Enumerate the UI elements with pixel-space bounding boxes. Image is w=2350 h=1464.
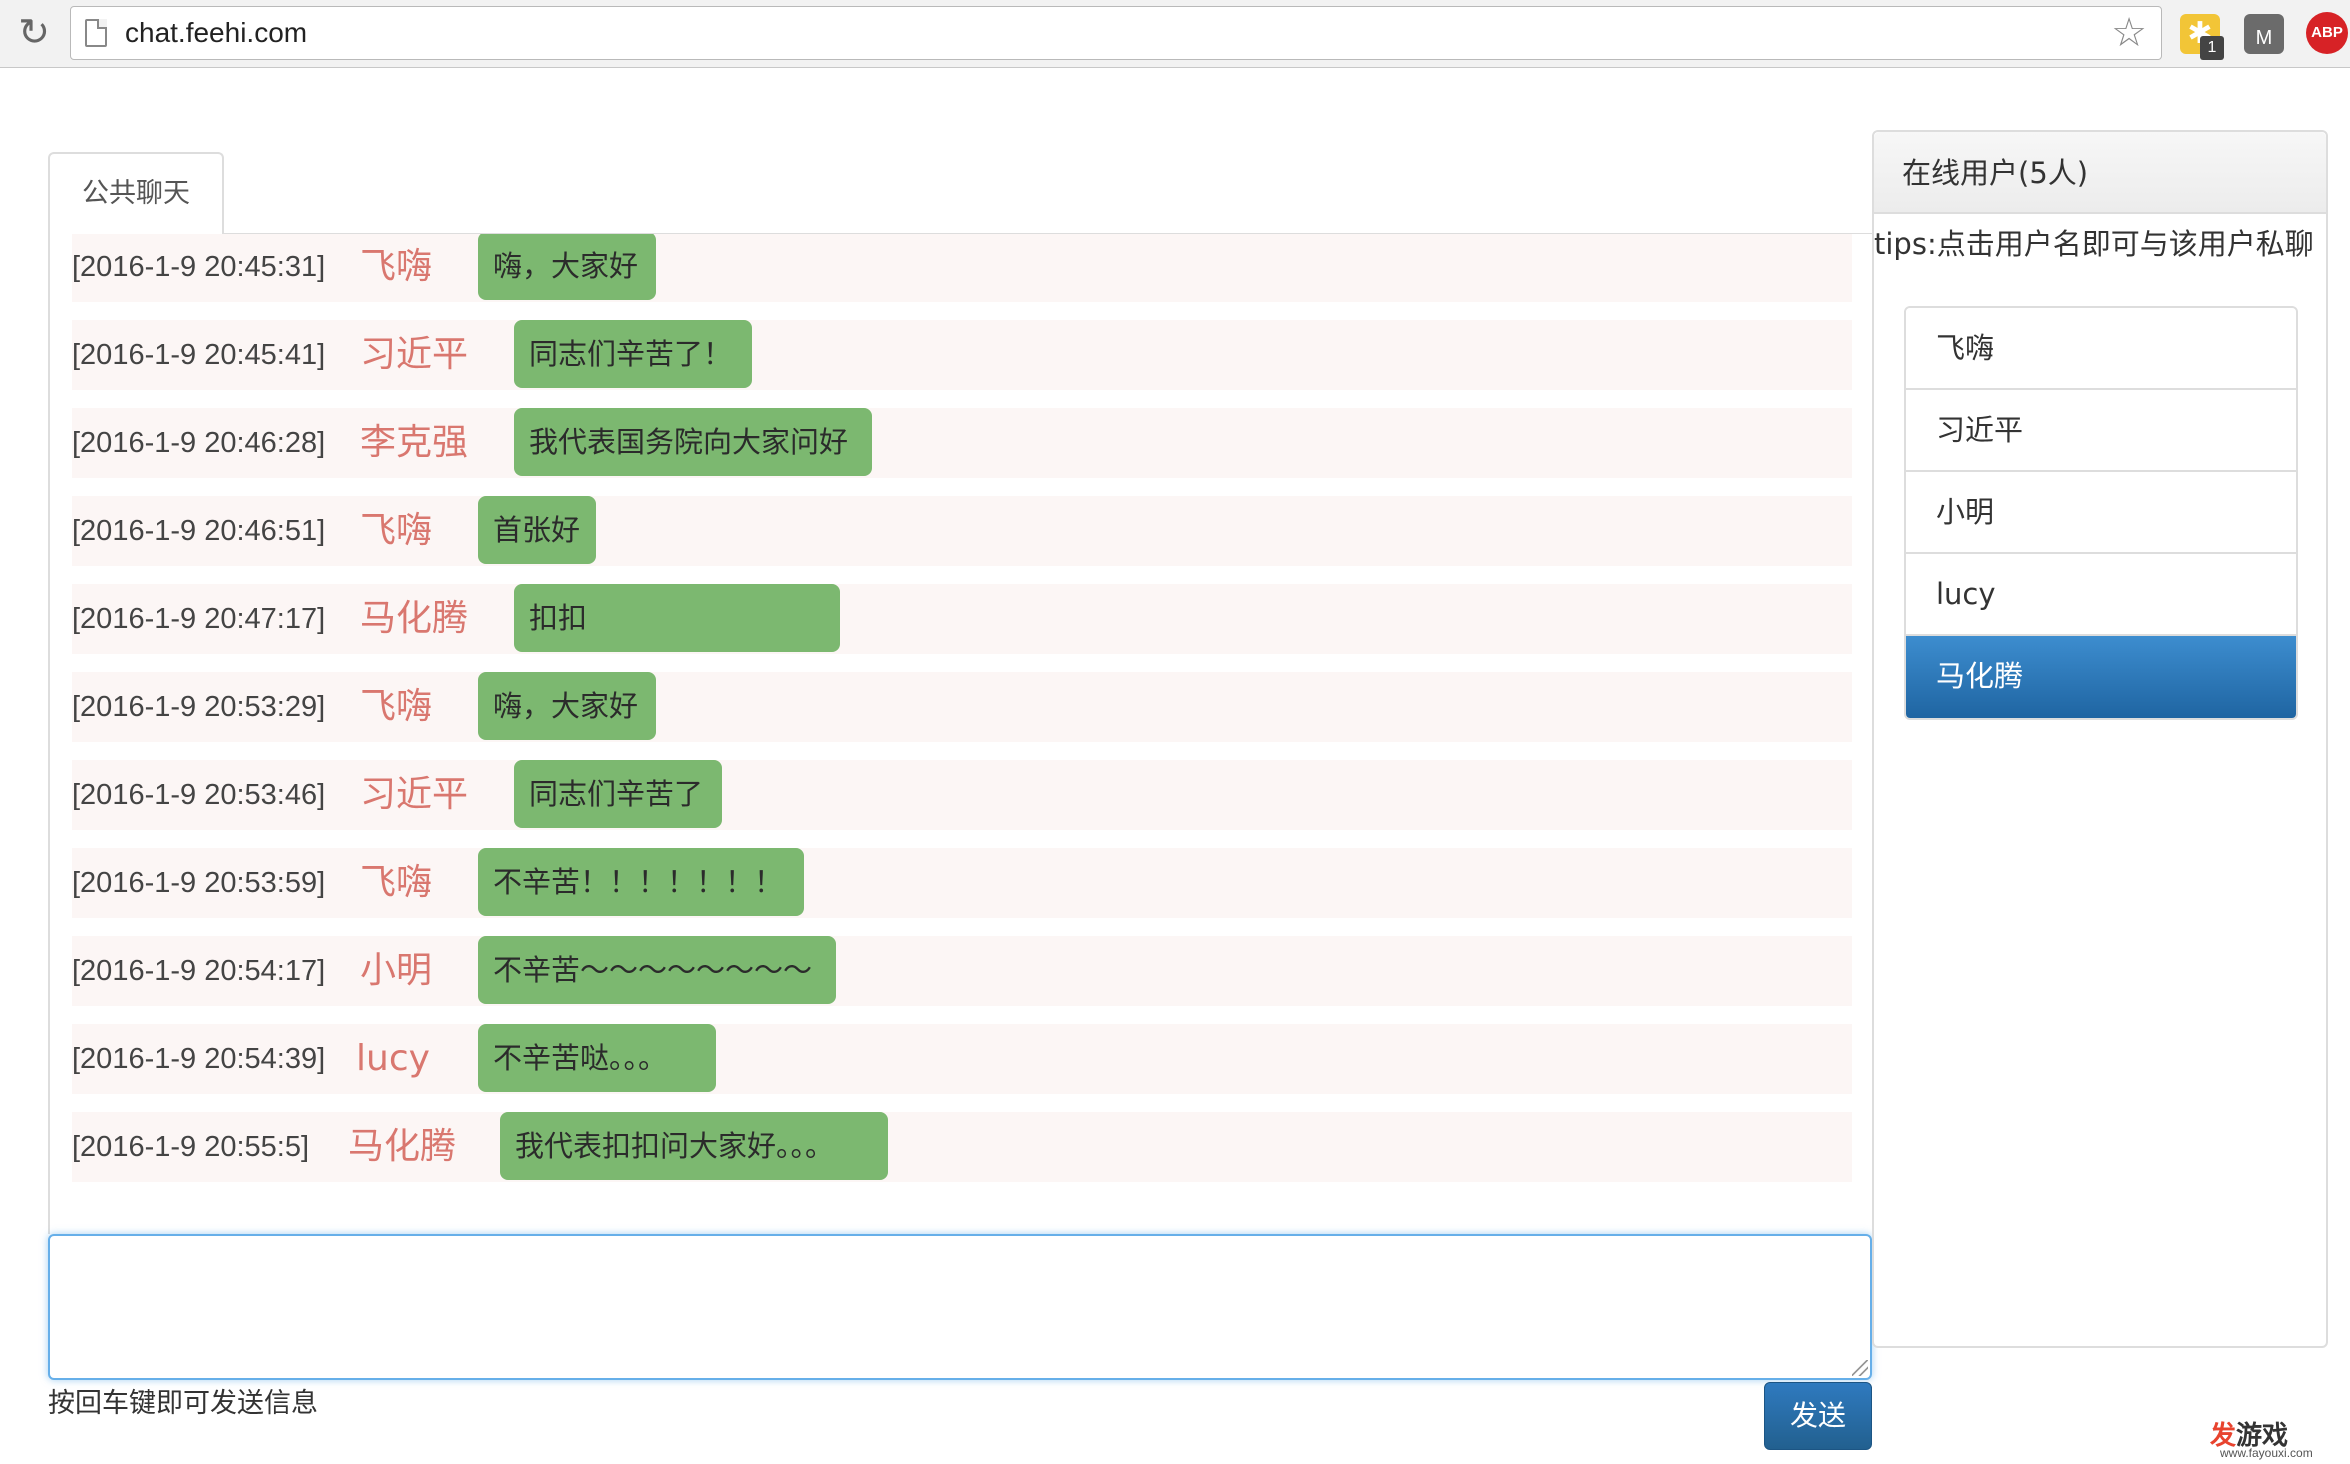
chat-message-area[interactable]: [2016-1-9 20:45:31] 飞嗨 嗨，大家好 [2016-1-9 20:4… bbox=[48, 234, 1872, 1234]
message-username[interactable]: 飞嗨 bbox=[360, 234, 432, 302]
send-hint: 按回车键即可发送信息 bbox=[48, 1388, 318, 1419]
user-list-item[interactable]: 小明 bbox=[1906, 472, 2296, 554]
message-bubble: 我代表国务院向大家问好 bbox=[514, 408, 872, 476]
message-username[interactable]: 习近平 bbox=[360, 760, 468, 830]
message-input[interactable] bbox=[48, 1234, 1872, 1380]
user-list-item[interactable]: 习近平 bbox=[1906, 390, 2296, 472]
message-row: [2016-1-9 20:47:17] 马化腾 扣扣 bbox=[72, 584, 1852, 654]
page-icon bbox=[85, 19, 107, 47]
message-time: [2016-1-9 20:46:28] bbox=[72, 427, 326, 459]
watermark-url: www.fayouxi.com bbox=[2220, 1446, 2313, 1460]
message-row: [2016-1-9 20:53:46] 习近平 同志们辛苦了 bbox=[72, 760, 1852, 830]
message-username[interactable]: 飞嗨 bbox=[360, 848, 432, 918]
url-text[interactable]: chat.feehi.com bbox=[125, 7, 307, 59]
message-bubble: 嗨，大家好 bbox=[478, 672, 656, 740]
message-time: [2016-1-9 20:55:5] bbox=[72, 1131, 310, 1163]
user-list: 飞嗨 习近平 小明 lucy 马化腾 bbox=[1904, 306, 2298, 720]
message-time: [2016-1-9 20:53:46] bbox=[72, 779, 326, 811]
user-list-item[interactable]: 马化腾 bbox=[1906, 636, 2296, 718]
message-username[interactable]: 小明 bbox=[360, 936, 432, 1006]
message-bubble: 不辛苦！！！！！！！ bbox=[478, 848, 804, 916]
message-bubble: 嗨，大家好 bbox=[478, 234, 656, 300]
message-row: [2016-1-9 20:53:59] 飞嗨 不辛苦！！！！！！！ bbox=[72, 848, 1852, 918]
message-bubble: 扣扣 bbox=[514, 584, 840, 652]
message-row: [2016-1-9 20:55:5] 马化腾 我代表扣扣问大家好。。。 bbox=[72, 1112, 1852, 1182]
message-time: [2016-1-9 20:53:29] bbox=[72, 691, 326, 723]
online-users-panel: 在线用户(5人) tips:点击用户名即可与该用户私聊 飞嗨 习近平 小明 lucy 马… bbox=[1872, 130, 2328, 1348]
message-bubble: 同志们辛苦了！ bbox=[514, 320, 752, 388]
browser-toolbar: ↻ chat.feehi.com ☆ ✱ 1 M ABP bbox=[0, 0, 2350, 68]
tab-public-chat[interactable]: 公共聊天 bbox=[48, 152, 224, 234]
message-time: [2016-1-9 20:54:17] bbox=[72, 955, 326, 987]
message-bubble: 不辛苦哒。。。 bbox=[478, 1024, 716, 1092]
message-username[interactable]: lucy bbox=[356, 1024, 430, 1094]
message-list: [2016-1-9 20:45:31] 飞嗨 嗨，大家好 [2016-1-9 20:4… bbox=[50, 234, 1872, 1200]
extension-badge: 1 bbox=[2200, 36, 2224, 60]
message-bubble: 同志们辛苦了 bbox=[514, 760, 722, 828]
m-extension-icon[interactable]: M bbox=[2244, 14, 2284, 54]
message-time: [2016-1-9 20:46:51] bbox=[72, 515, 326, 547]
message-time: [2016-1-9 20:45:31] bbox=[72, 251, 326, 283]
online-users-header: 在线用户(5人) bbox=[1874, 132, 2326, 214]
message-time: [2016-1-9 20:53:59] bbox=[72, 867, 326, 899]
message-row: [2016-1-9 20:54:39] lucy 不辛苦哒。。。 bbox=[72, 1024, 1852, 1094]
message-bubble: 不辛苦～～～～～～～～ bbox=[478, 936, 836, 1004]
message-username[interactable]: 飞嗨 bbox=[360, 496, 432, 566]
user-list-item[interactable]: 飞嗨 bbox=[1906, 308, 2296, 390]
resize-handle[interactable] bbox=[1852, 1360, 1868, 1376]
message-username[interactable]: 飞嗨 bbox=[360, 672, 432, 742]
star-icon[interactable]: ☆ bbox=[2107, 11, 2151, 55]
abp-icon[interactable]: ABP bbox=[2306, 12, 2348, 54]
message-row: [2016-1-9 20:54:17] 小明 不辛苦～～～～～～～～ bbox=[72, 936, 1852, 1006]
message-time: [2016-1-9 20:45:41] bbox=[72, 339, 326, 371]
message-bubble: 我代表扣扣问大家好。。。 bbox=[500, 1112, 888, 1180]
address-bar[interactable]: chat.feehi.com ☆ bbox=[70, 6, 2162, 60]
message-time: [2016-1-9 20:47:17] bbox=[72, 603, 326, 635]
private-chat-tips: tips:点击用户名即可与该用户私聊 bbox=[1874, 227, 2314, 261]
message-username[interactable]: 马化腾 bbox=[360, 584, 468, 654]
message-time: [2016-1-9 20:54:39] bbox=[72, 1043, 326, 1075]
message-username[interactable]: 马化腾 bbox=[348, 1112, 456, 1182]
message-username[interactable]: 李克强 bbox=[360, 408, 468, 478]
message-row: [2016-1-9 20:45:41] 习近平 同志们辛苦了！ bbox=[72, 320, 1852, 390]
message-row: [2016-1-9 20:46:51] 飞嗨 首张好 bbox=[72, 496, 1852, 566]
message-row: [2016-1-9 20:53:29] 飞嗨 嗨，大家好 bbox=[72, 672, 1852, 742]
message-username[interactable]: 习近平 bbox=[360, 320, 468, 390]
message-row: [2016-1-9 20:45:31] 飞嗨 嗨，大家好 bbox=[72, 234, 1852, 302]
reload-icon[interactable]: ↻ bbox=[14, 12, 54, 52]
send-button[interactable]: 发送 bbox=[1764, 1382, 1872, 1450]
message-bubble: 首张好 bbox=[478, 496, 596, 564]
message-row: [2016-1-9 20:46:28] 李克强 我代表国务院向大家问好 bbox=[72, 408, 1852, 478]
user-list-item[interactable]: lucy bbox=[1906, 554, 2296, 636]
